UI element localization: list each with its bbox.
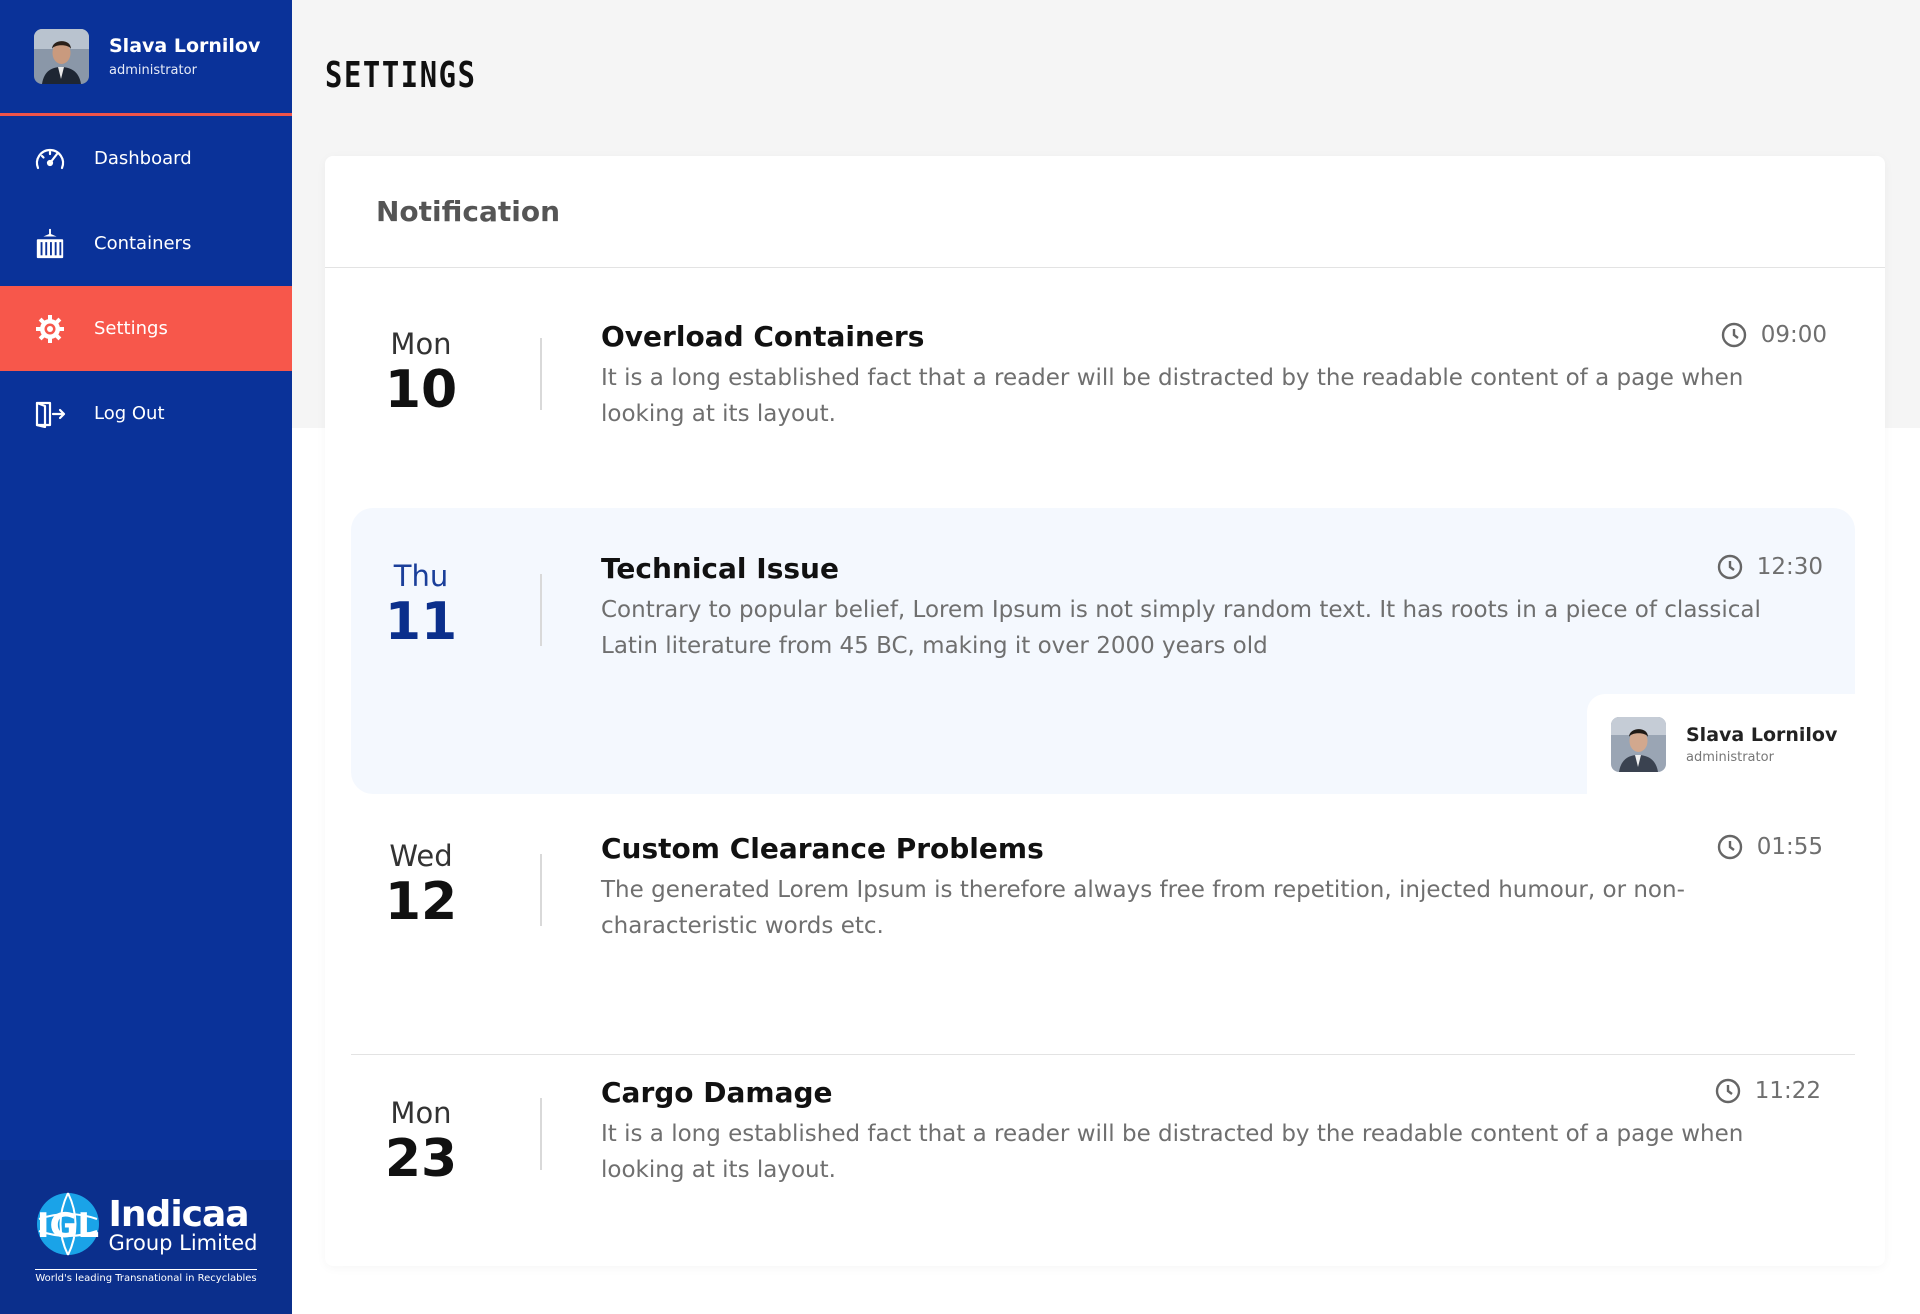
- clock-icon: [1717, 554, 1743, 580]
- avatar: [34, 29, 89, 84]
- avatar: [1611, 716, 1666, 772]
- sidebar-item-settings[interactable]: Settings: [0, 286, 292, 371]
- user-name: Slava Lornilov: [109, 35, 261, 57]
- card-header: Notification: [325, 156, 1885, 268]
- notification-title: Overload Containers: [601, 320, 925, 353]
- clock-icon: [1715, 1078, 1741, 1104]
- globe-logo-icon: IGL: [35, 1191, 101, 1261]
- sidebar-item-label: Dashboard: [94, 148, 192, 169]
- date-number: 11: [384, 592, 458, 652]
- sidebar-item-dashboard[interactable]: Dashboard: [0, 116, 292, 201]
- speedometer-icon: [34, 143, 66, 175]
- notification-title: Cargo Damage: [601, 1076, 833, 1109]
- container-icon: [34, 228, 66, 260]
- sidebar-nav: Dashboard Containers Settings Log Out: [0, 116, 292, 456]
- brand-logo: IGL Indicaa Group Limited World's leadin…: [0, 1160, 292, 1314]
- user-role: administrator: [109, 63, 197, 78]
- sidebar-item-label: Settings: [94, 318, 168, 339]
- author-role: administrator: [1686, 749, 1774, 765]
- divider: [540, 338, 542, 410]
- notification-date: Wed 12: [351, 839, 491, 931]
- time-label: 12:30: [1756, 554, 1823, 580]
- notification-title: Technical Issue: [601, 552, 839, 585]
- notification-date: Mon 23: [351, 1096, 491, 1188]
- clock-icon: [1721, 322, 1747, 348]
- date-day: Mon: [390, 1096, 452, 1130]
- divider: [540, 574, 542, 646]
- gear-icon: [34, 313, 66, 345]
- time-label: 01:55: [1756, 834, 1823, 860]
- notification-body: It is a long established fact that a rea…: [601, 1121, 1744, 1183]
- date-number: 12: [384, 872, 458, 932]
- time-label: 09:00: [1760, 322, 1827, 348]
- notification-body: Contrary to popular belief, Lorem Ipsum …: [601, 597, 1761, 659]
- divider: [540, 854, 542, 926]
- notification-body: It is a long established fact that a rea…: [601, 365, 1744, 427]
- sidebar-item-containers[interactable]: Containers: [0, 201, 292, 286]
- notification-time: 12:30: [1717, 554, 1823, 580]
- notification-body: The generated Lorem Ipsum is therefore a…: [601, 877, 1685, 939]
- list-item[interactable]: Thu 11 Technical Issue 12:30 Contrary to…: [351, 508, 1855, 794]
- notification-time: 11:22: [1715, 1078, 1821, 1104]
- sidebar-item-label: Containers: [94, 233, 192, 254]
- notification-author[interactable]: Slava Lornilov administrator: [1587, 694, 1855, 794]
- notification-title: Custom Clearance Problems: [601, 832, 1044, 865]
- time-label: 11:22: [1754, 1078, 1821, 1104]
- divider: [540, 1098, 542, 1170]
- user-profile[interactable]: Slava Lornilov administrator: [0, 0, 292, 116]
- date-day: Thu: [393, 559, 449, 593]
- logout-icon: [34, 398, 66, 430]
- brand-tagline: World's leading Transnational in Recycla…: [35, 1268, 257, 1284]
- date-day: Mon: [390, 327, 452, 361]
- date-number: 10: [384, 360, 458, 420]
- sidebar: Slava Lornilov administrator Dashboard C…: [0, 0, 292, 1314]
- sidebar-item-logout[interactable]: Log Out: [0, 371, 292, 456]
- brand-name: Indicaa: [108, 1193, 250, 1235]
- list-item[interactable]: Mon 23 Cargo Damage 11:22 It is a long e…: [351, 1056, 1855, 1256]
- notification-date: Thu 11: [351, 559, 491, 651]
- date-day: Wed: [389, 839, 453, 873]
- notification-time: 01:55: [1717, 834, 1823, 860]
- list-item[interactable]: Wed 12 Custom Clearance Problems 01:55 T…: [351, 794, 1855, 1055]
- svg-text:IGL: IGL: [36, 1206, 98, 1246]
- author-name: Slava Lornilov: [1686, 723, 1838, 746]
- notification-date: Mon 10: [351, 327, 491, 419]
- page-title: SETTINGS: [325, 55, 477, 96]
- clock-icon: [1717, 834, 1743, 860]
- sidebar-item-label: Log Out: [94, 403, 165, 424]
- notification-card: Notification Mon 10 Overload Containers …: [325, 156, 1885, 1266]
- card-title: Notification: [376, 195, 561, 228]
- brand-sub: Group Limited: [108, 1230, 258, 1255]
- notification-time: 09:00: [1721, 322, 1827, 348]
- date-number: 23: [384, 1129, 458, 1189]
